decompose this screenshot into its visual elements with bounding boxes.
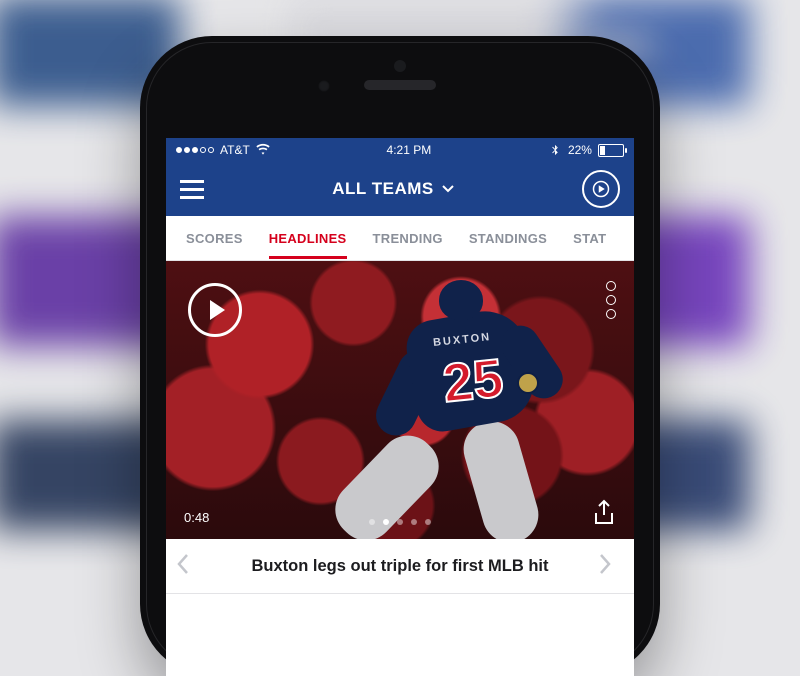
- tab-headlines[interactable]: HEADLINES: [269, 231, 347, 246]
- nav-bar: ALL TEAMS: [166, 162, 634, 216]
- section-tabs: SCORES HEADLINES TRENDING STANDINGS STAT: [166, 216, 634, 261]
- nav-title-label: ALL TEAMS: [332, 179, 433, 199]
- play-button[interactable]: [188, 283, 242, 337]
- jersey-number: 25: [440, 347, 506, 415]
- chevron-right-icon: [598, 553, 612, 575]
- tab-scores[interactable]: SCORES: [186, 231, 243, 246]
- battery-pct-label: 22%: [568, 143, 592, 157]
- logo-button[interactable]: [582, 170, 620, 208]
- front-camera: [318, 80, 330, 92]
- headline-caption-row: Buxton legs out triple for first MLB hit: [166, 539, 634, 594]
- more-options-button[interactable]: [606, 281, 616, 319]
- team-picker[interactable]: ALL TEAMS: [332, 179, 453, 199]
- tab-stats[interactable]: STAT: [573, 231, 606, 246]
- prev-headline-button[interactable]: [176, 553, 202, 580]
- wifi-icon: [256, 143, 270, 157]
- phone-frame: AT&T 4:21 PM 22% ALL TEAMS: [140, 36, 660, 676]
- earpiece: [364, 80, 436, 90]
- carrier-label: AT&T: [220, 143, 250, 157]
- baseball-play-icon: [592, 180, 610, 198]
- bluetooth-icon: [548, 143, 562, 157]
- next-headline-button[interactable]: [598, 553, 624, 580]
- headline-title: Buxton legs out triple for first MLB hit: [202, 557, 598, 576]
- share-button[interactable]: [592, 499, 616, 527]
- status-bar: AT&T 4:21 PM 22%: [166, 138, 634, 162]
- battery-icon: [598, 144, 624, 157]
- signal-strength-icon: [176, 147, 214, 153]
- headline-video[interactable]: BUXTON 25 0:48: [166, 261, 634, 539]
- chevron-down-icon: [442, 183, 454, 195]
- player-art: BUXTON 25: [381, 278, 581, 538]
- proximity-sensor: [394, 60, 406, 72]
- screen: AT&T 4:21 PM 22% ALL TEAMS: [166, 138, 634, 676]
- menu-button[interactable]: [180, 180, 204, 199]
- carousel-pager[interactable]: [369, 519, 431, 525]
- clock-label: 4:21 PM: [387, 143, 432, 157]
- tab-trending[interactable]: TRENDING: [373, 231, 443, 246]
- video-duration: 0:48: [184, 510, 209, 525]
- chevron-left-icon: [176, 553, 190, 575]
- tab-standings[interactable]: STANDINGS: [469, 231, 547, 246]
